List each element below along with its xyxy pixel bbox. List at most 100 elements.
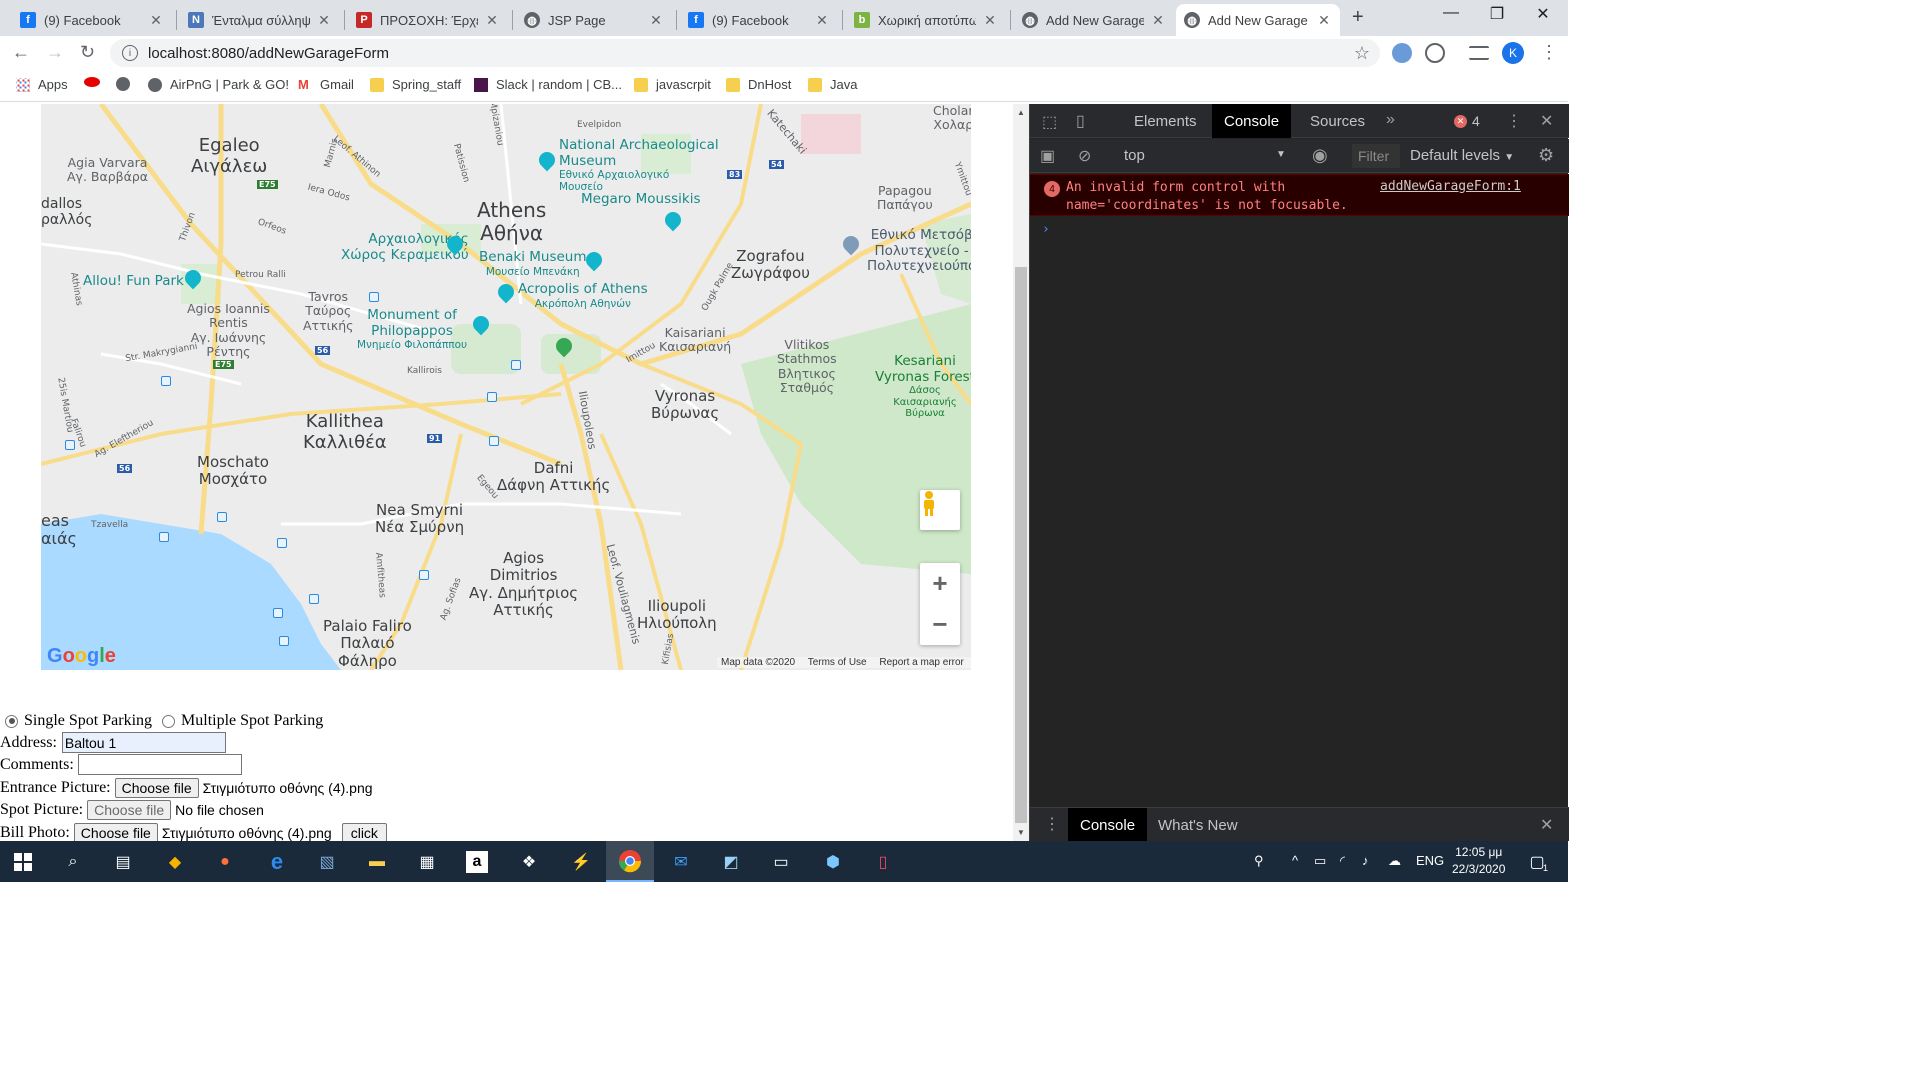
dropbox-icon[interactable]: ❖ xyxy=(516,849,542,875)
info-icon[interactable]: i xyxy=(122,45,138,61)
bookmark-globe[interactable] xyxy=(116,77,138,91)
bookmark-javascrpit[interactable]: javascrpit xyxy=(634,77,711,92)
chevron-up-icon[interactable]: ^ xyxy=(1292,853,1298,868)
browser-tab[interactable]: f (9) Facebook ✕ xyxy=(680,4,838,36)
language-indicator[interactable]: ENG xyxy=(1416,853,1444,868)
close-icon[interactable]: ✕ xyxy=(316,12,332,29)
tab-sources[interactable]: Sources xyxy=(1298,104,1377,138)
error-count-badge[interactable]: ✕ 4 xyxy=(1454,113,1480,129)
wifi-icon[interactable]: ◜ xyxy=(1340,853,1345,869)
spot-choose-file-button[interactable]: Choose file xyxy=(87,800,172,820)
avatar[interactable]: K xyxy=(1502,42,1524,64)
people-icon[interactable]: ⚲ xyxy=(1254,853,1264,869)
page-scrollbar[interactable]: ▲ ▼ xyxy=(1013,104,1029,841)
netbeans-icon[interactable]: ⬢ xyxy=(820,849,846,875)
browser-tab[interactable]: ◍ JSP Page ✕ xyxy=(516,4,672,36)
browser-tab[interactable]: P ΠΡΟΣΟΧΗ: Έρχετα ✕ xyxy=(348,4,508,36)
extension-icon[interactable] xyxy=(1392,43,1412,63)
back-button[interactable]: ← xyxy=(12,42,30,63)
metro-stop-icon[interactable] xyxy=(489,436,499,446)
street-view-pegman-button[interactable] xyxy=(920,490,960,530)
scroll-up-icon[interactable]: ▲ xyxy=(1017,108,1025,117)
task-view-icon[interactable]: ▤ xyxy=(110,849,136,875)
volume-icon[interactable]: ♪ xyxy=(1362,853,1369,868)
close-icon[interactable]: ✕ xyxy=(648,12,664,29)
close-window-button[interactable]: ✕ xyxy=(1520,4,1566,24)
terminal-icon[interactable]: ▭ xyxy=(768,849,794,875)
comments-input[interactable] xyxy=(77,754,242,775)
report-map-error-link[interactable]: Report a map error xyxy=(879,657,963,668)
gitkraken-icon[interactable]: ◆ xyxy=(162,849,188,875)
log-levels-dropdown[interactable]: Default levels ▼ xyxy=(1410,147,1514,164)
scrollbar-thumb[interactable] xyxy=(1015,267,1027,823)
error-source-link[interactable]: addNewGarageForm:1 xyxy=(1380,179,1521,194)
inspect-element-icon[interactable]: ⬚ xyxy=(1042,112,1057,132)
store-icon[interactable]: ▦ xyxy=(414,849,440,875)
metro-stop-icon[interactable] xyxy=(369,292,379,302)
metro-stop-icon[interactable] xyxy=(487,392,497,402)
metro-stop-icon[interactable] xyxy=(309,594,319,604)
browser-tab[interactable]: ◍ Add New Garage ✕ xyxy=(1014,4,1174,36)
settings-gear-icon[interactable]: ⚙ xyxy=(1538,145,1554,166)
device-toolbar-icon[interactable]: ▯ xyxy=(1076,111,1085,131)
minimize-button[interactable]: — xyxy=(1428,4,1474,22)
mail-icon[interactable]: ✉ xyxy=(668,849,694,875)
radio-single-spot[interactable] xyxy=(5,714,18,728)
tab-console[interactable]: Console xyxy=(1212,104,1292,138)
console-error-message[interactable]: 4 An invalid form control with name='coo… xyxy=(1030,174,1569,216)
context-selector[interactable]: top xyxy=(1124,147,1145,164)
browser-tab[interactable]: f (9) Facebook ✕ xyxy=(12,4,172,36)
poi-megaro-moussikis[interactable]: Megaro Moussikis xyxy=(581,191,700,208)
forward-button[interactable]: → xyxy=(46,42,64,63)
poi-benaki-museum[interactable]: Benaki Museum Μουσείο Μπενάκη xyxy=(479,249,587,278)
close-icon[interactable]: ✕ xyxy=(484,12,500,29)
google-map[interactable]: Cholar Χολαρ Egaleo Αιγάλεω Agia Varvara… xyxy=(41,104,971,670)
zoom-in-button[interactable]: + xyxy=(920,563,960,604)
bookmark-star-icon[interactable]: ☆ xyxy=(1354,43,1370,64)
new-tab-button[interactable]: + xyxy=(1352,6,1364,29)
close-icon[interactable]: ✕ xyxy=(148,12,164,29)
sidebar-toggle-icon[interactable]: ▣ xyxy=(1040,146,1055,166)
devtools-menu-icon[interactable]: ⋮ xyxy=(1506,111,1522,131)
file-explorer-icon[interactable]: ▬ xyxy=(364,849,390,875)
metro-stop-icon[interactable] xyxy=(279,636,289,646)
bill-choose-file-button[interactable]: Choose file xyxy=(73,823,158,841)
extension-icon[interactable] xyxy=(1425,43,1445,63)
battery-icon[interactable]: ▭ xyxy=(1314,853,1326,869)
bookmark-spring-staff[interactable]: Spring_staff xyxy=(370,77,461,92)
close-icon[interactable]: ✕ xyxy=(814,12,830,29)
address-input[interactable]: Baltou 1 xyxy=(61,732,226,753)
media-icon[interactable] xyxy=(1469,46,1489,60)
more-tabs-icon[interactable]: » xyxy=(1386,111,1395,129)
menu-icon[interactable]: ⋮ xyxy=(1540,42,1558,63)
poi-philopappos[interactable]: Monument of Philopappos Μνημείο Φιλοπάππο… xyxy=(357,307,467,351)
bookmark-dnhost[interactable]: DnHost xyxy=(726,77,791,92)
bookmark-slack[interactable]: Slack | random | CB... xyxy=(474,77,622,92)
bookmark-java[interactable]: Java xyxy=(808,77,857,92)
app-icon[interactable]: ◩ xyxy=(718,849,744,875)
close-icon[interactable]: ✕ xyxy=(982,12,998,29)
close-drawer-icon[interactable]: ✕ xyxy=(1540,815,1553,835)
metro-stop-icon[interactable] xyxy=(217,512,227,522)
metro-stop-icon[interactable] xyxy=(511,360,521,370)
vscode-icon[interactable]: ⚡ xyxy=(568,849,594,875)
bookmark-vodafone[interactable] xyxy=(84,77,108,87)
bookmark-airpng[interactable]: AirPnG | Park & GO! xyxy=(148,77,289,92)
metro-stop-icon[interactable] xyxy=(419,570,429,580)
entrance-choose-file-button[interactable]: Choose file xyxy=(114,778,199,798)
metro-stop-icon[interactable] xyxy=(277,538,287,548)
firefox-icon[interactable]: ● xyxy=(212,849,238,875)
reload-button[interactable]: ↻ xyxy=(80,42,95,63)
poi-allou-fun-park[interactable]: Allou! Fun Park xyxy=(83,273,184,290)
metro-stop-icon[interactable] xyxy=(273,608,283,618)
poi-kesariani-forest[interactable]: Kesariani Vyronas Forest Δάσος Καισαριανή… xyxy=(875,353,971,420)
metro-stop-icon[interactable] xyxy=(161,376,171,386)
radio-multiple-spot[interactable] xyxy=(162,714,176,728)
console-prompt-icon[interactable]: › xyxy=(1042,222,1050,237)
terms-of-use-link[interactable]: Terms of Use xyxy=(808,657,867,668)
console-filter-input[interactable]: Filter xyxy=(1352,144,1400,168)
poi-national-archaeological-museum[interactable]: National Archaeological Museum Εθνικό Αρχ… xyxy=(559,137,719,193)
chrome-icon[interactable] xyxy=(606,841,654,882)
eye-icon[interactable]: ◉ xyxy=(1312,145,1328,166)
browser-tab-active[interactable]: ◍ Add New Garage ✕ xyxy=(1176,4,1340,36)
